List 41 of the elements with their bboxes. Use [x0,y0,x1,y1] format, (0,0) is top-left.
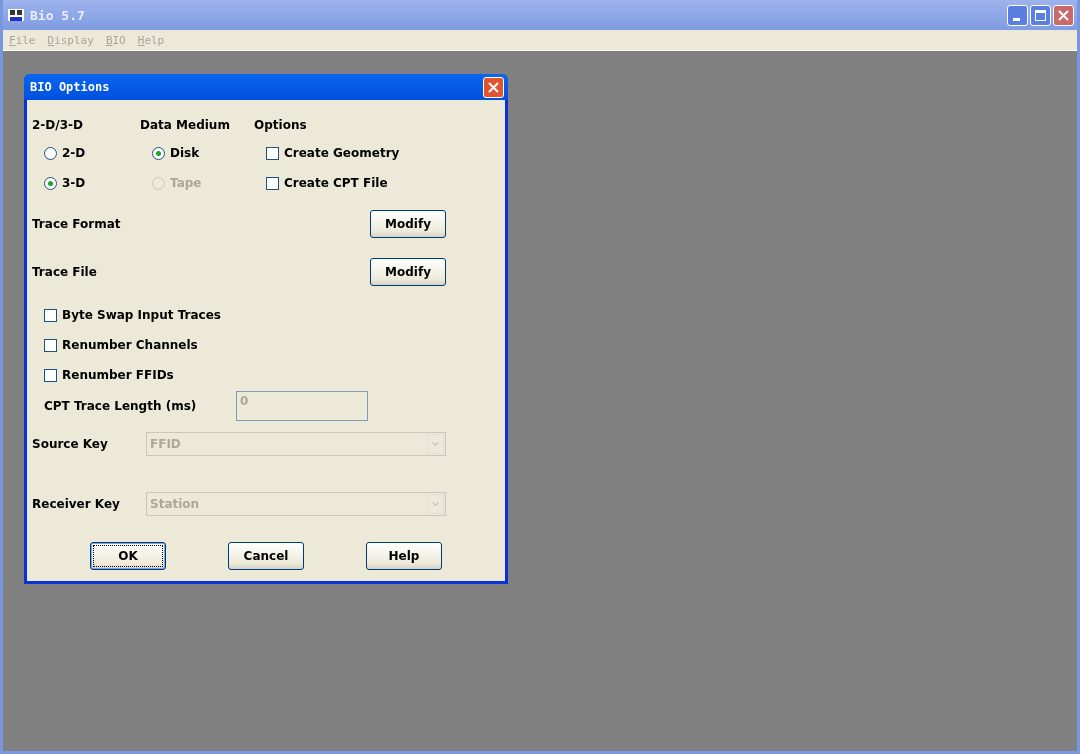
radio-label: Disk [170,146,200,160]
checkbox[interactable] [266,176,279,190]
dialog-button[interactable]: Help [366,542,442,570]
field-label: Trace Format [32,217,121,231]
group-heading: 2-D/3-D [32,118,84,134]
dialog-button[interactable]: OK [90,542,166,570]
modify-button[interactable]: Modify [370,258,446,286]
close-icon [487,80,500,94]
checkbox[interactable] [44,308,57,322]
close-button[interactable] [1053,4,1074,26]
maximize-icon [1034,8,1047,22]
close-icon [1057,8,1070,22]
field-label: Receiver Key [32,497,121,511]
checkbox-label: Renumber Channels [62,338,198,352]
dialog-title: BIO Options [30,80,111,94]
radio-label: 3-D [62,176,86,190]
checkbox-label: Renumber FFIDs [62,368,174,382]
dialog-button[interactable]: Cancel [228,542,304,570]
checkbox[interactable] [266,146,279,160]
checkbox-label: Create Geometry [284,146,400,160]
checkbox[interactable] [44,368,57,382]
maximize-button[interactable] [1030,4,1051,26]
group-heading: Options [254,118,308,134]
checkbox-label: Byte Swap Input Traces [62,308,221,322]
modify-button[interactable]: Modify [370,210,446,238]
radio-button[interactable] [44,176,57,190]
radio-label: Tape [170,176,202,190]
app-icon [7,7,25,23]
window-title: Bio 5.7 [30,7,86,23]
field-label: Source Key [32,437,109,451]
field-label: CPT Trace Length (ms) [44,399,198,413]
radio-button[interactable] [44,146,57,160]
checkbox-label: Create CPT File [284,176,388,190]
radio-label: 2-D [62,146,86,160]
field-label: Trace File [32,265,97,279]
checkbox[interactable] [44,338,57,352]
radio-button[interactable] [152,146,165,160]
minimize-icon [1012,17,1020,21]
minimize-button[interactable] [1007,4,1028,26]
close-button[interactable] [483,76,504,98]
group-heading: Data Medium [140,118,231,134]
